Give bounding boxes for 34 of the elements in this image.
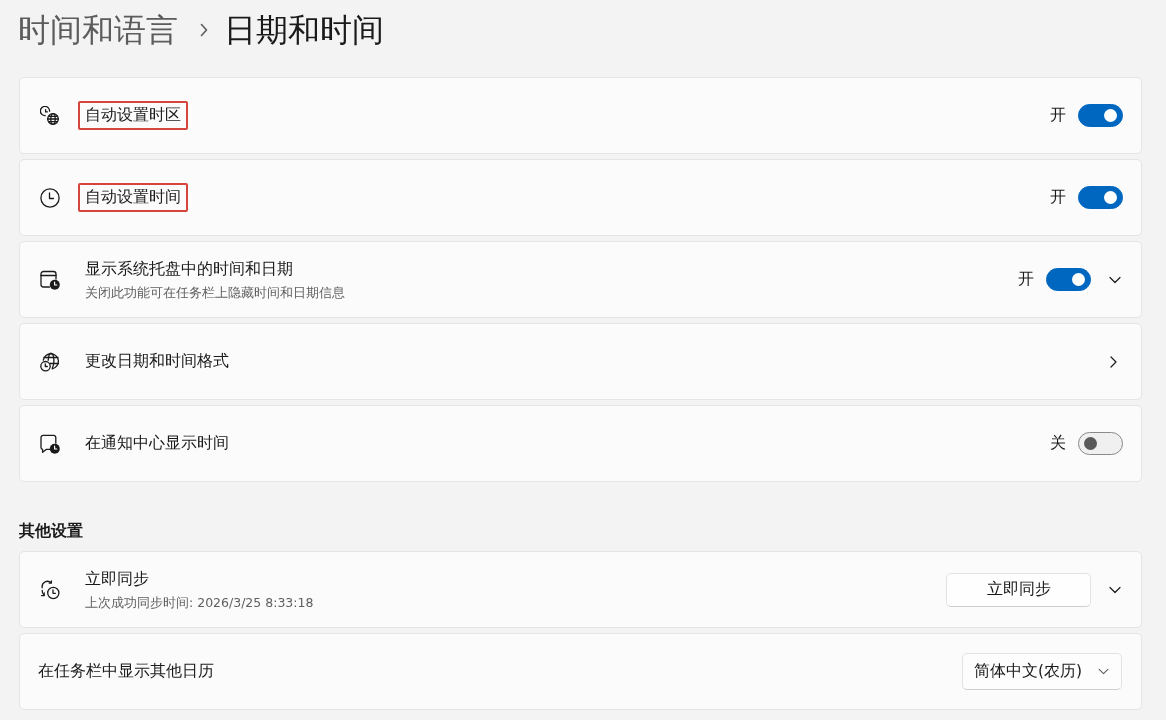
sync-now-button[interactable]: 立即同步 (946, 572, 1091, 607)
expand-chevron-icon[interactable] (1109, 585, 1121, 594)
calendar-clock-icon (40, 269, 60, 290)
toggle-state-label: 开 (1050, 187, 1066, 208)
section-heading: 其他设置 (19, 520, 84, 542)
speech-bubble-clock-icon (40, 433, 60, 454)
calendar-dropdown[interactable]: 简体中文(农历) (962, 653, 1122, 690)
setting-title: 更改日期和时间格式 (84, 351, 230, 372)
toggle-switch[interactable] (1046, 268, 1091, 291)
setting-title: 自动设置时间 (78, 183, 188, 212)
breadcrumb-link[interactable]: 时间和语言 (18, 10, 178, 50)
setting-description: 关闭此功能可在任务栏上隐藏时间和日期信息 (85, 283, 345, 301)
toggle-state-label: 开 (1050, 105, 1066, 126)
toggle-state-label: 关 (1050, 433, 1066, 454)
globe-clock-icon (40, 351, 60, 372)
clock-globe-icon (40, 105, 60, 126)
page-title: 日期和时间 (224, 10, 384, 50)
setting-title: 在任务栏中显示其他日历 (37, 661, 215, 682)
clock-icon (40, 187, 60, 208)
setting-title: 立即同步 (84, 568, 150, 590)
setting-card[interactable]: 更改日期和时间格式 (19, 323, 1142, 400)
setting-title: 自动设置时区 (78, 101, 188, 130)
setting-title: 显示系统托盘中的时间和日期 (84, 258, 294, 280)
toggle-switch[interactable] (1078, 432, 1123, 455)
toggle-switch[interactable] (1078, 186, 1123, 209)
toggle-switch[interactable] (1078, 104, 1123, 127)
dropdown-value: 简体中文(农历) (974, 661, 1084, 682)
caret-icon (1098, 668, 1109, 675)
setting-title: 在通知中心显示时间 (84, 433, 230, 454)
setting-description: 上次成功同步时间: 2026/3/25 8:33:18 (85, 593, 314, 611)
chevron-right-icon (200, 23, 208, 37)
sync-clock-icon (40, 579, 60, 600)
toggle-state-label: 开 (1018, 269, 1034, 290)
expand-chevron-icon[interactable] (1109, 275, 1121, 284)
